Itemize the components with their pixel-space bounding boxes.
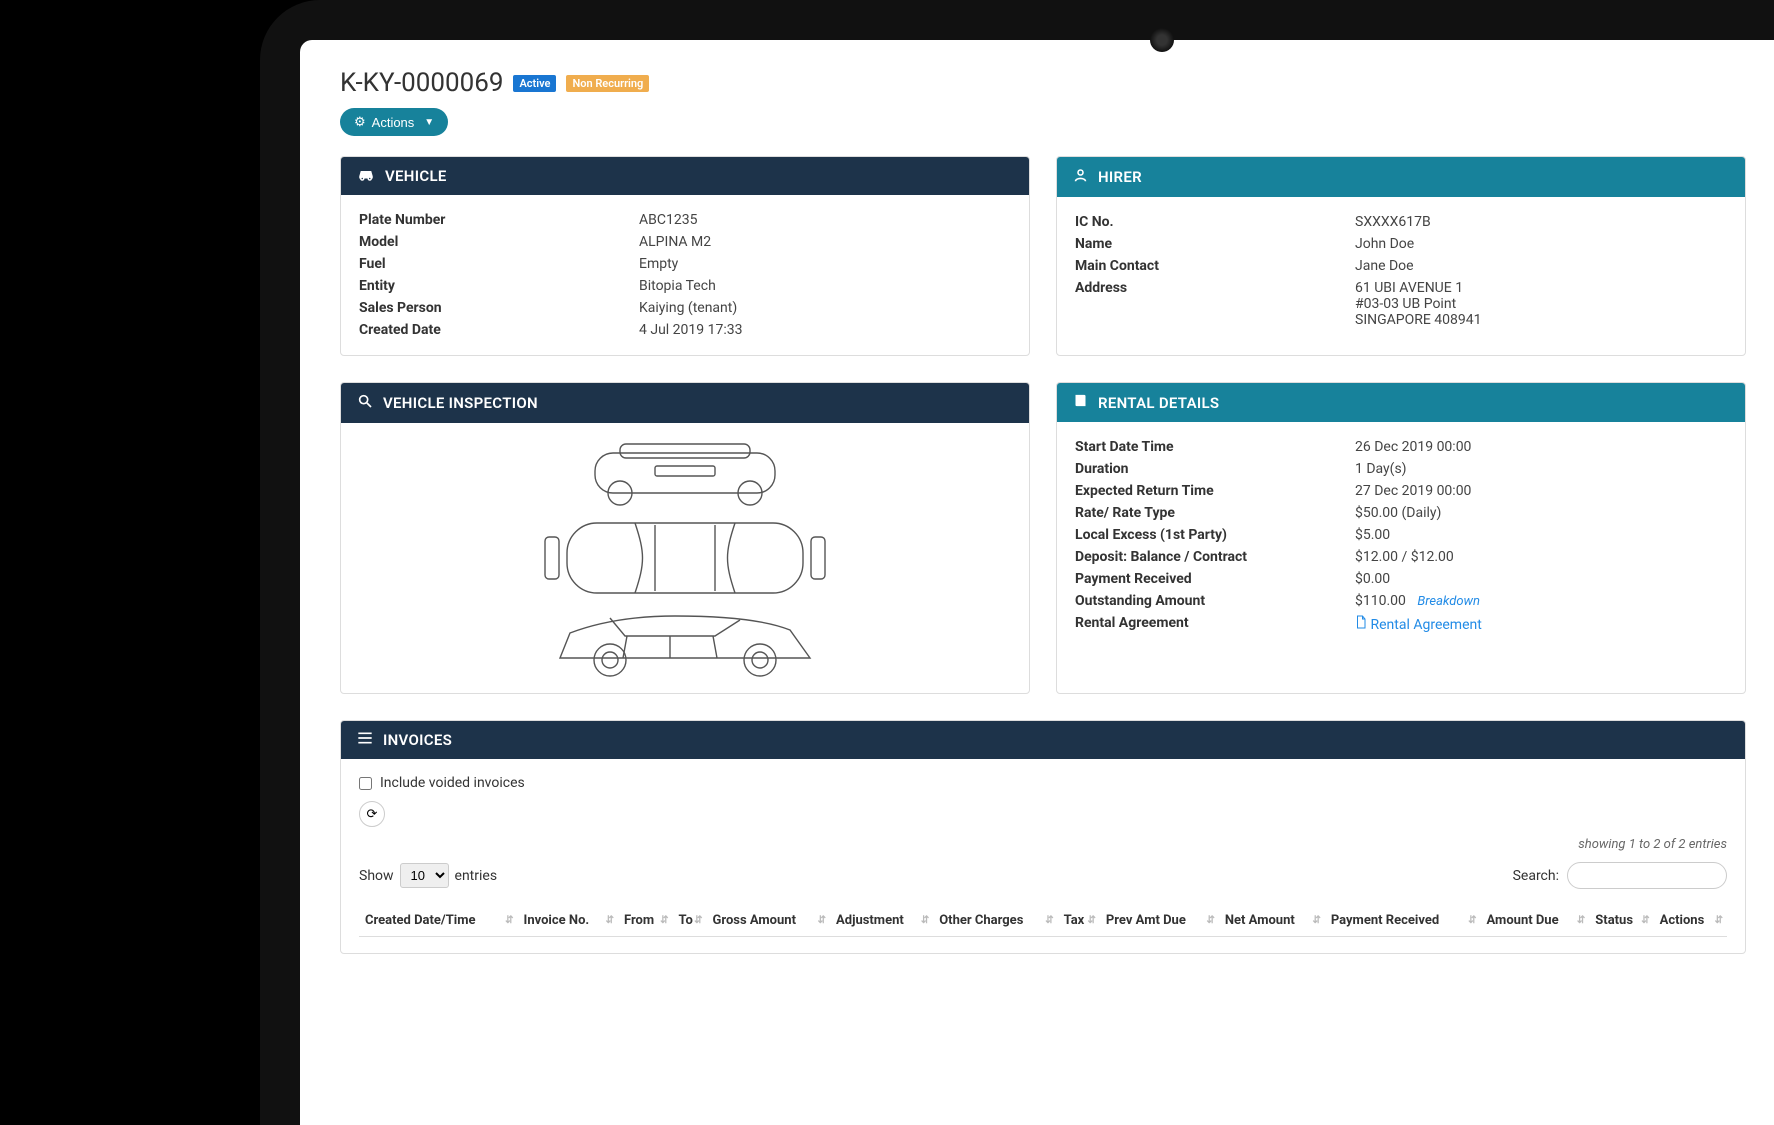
sort-icon: ⇵ (1088, 917, 1096, 925)
hirer-address-value: 61 UBI AVENUE 1 #03-03 UB Point SINGAPOR… (1355, 280, 1482, 328)
rental-panel-body: Start Date Time26 Dec 2019 00:00 Duratio… (1057, 422, 1745, 650)
sort-icon: ⇵ (818, 917, 826, 925)
invoices-panel-header: INVOICES (341, 721, 1745, 759)
col-amount-due[interactable]: Amount Due⇵ (1481, 905, 1590, 937)
rental-agreement-row: Rental Agreement Rental Agreement (1075, 612, 1727, 636)
col-net-amount[interactable]: Net Amount⇵ (1219, 905, 1325, 937)
vehicle-panel-body: Plate NumberABC1235 ModelALPINA M2 FuelE… (341, 195, 1029, 355)
device-frame: K-KY-0000069 Active Non Recurring ⚙ Acti… (260, 0, 1774, 1125)
rental-agreement-link[interactable]: Rental Agreement (1355, 617, 1482, 633)
rental-row: Expected Return Time27 Dec 2019 00:00 (1075, 480, 1727, 502)
page-size-select[interactable]: 10 (400, 863, 449, 888)
col-other-charges[interactable]: Other Charges⇵ (933, 905, 1057, 937)
col-from[interactable]: From⇵ (618, 905, 673, 937)
search-input[interactable] (1567, 862, 1727, 889)
sort-icon: ⇵ (1715, 917, 1723, 925)
sort-icon: ⇵ (660, 917, 668, 925)
inspection-panel-header: VEHICLE INSPECTION (341, 383, 1029, 423)
col-actions[interactable]: Actions⇵ (1654, 905, 1727, 937)
show-entries-control: Show 10 entries (359, 863, 497, 888)
sort-icon: ⇵ (1045, 917, 1053, 925)
sort-icon: ⇵ (505, 917, 513, 925)
rental-outstanding-row: Outstanding Amount $110.00 Breakdown (1075, 590, 1727, 612)
refresh-button[interactable]: ⟳ (359, 801, 385, 827)
col-adjustment[interactable]: Adjustment⇵ (830, 905, 933, 937)
col-invoice-no[interactable]: Invoice No.⇵ (518, 905, 618, 937)
rental-row: Payment Received$0.00 (1075, 568, 1727, 590)
document-icon (1355, 615, 1367, 633)
col-payment-received[interactable]: Payment Received⇵ (1325, 905, 1481, 937)
page-header: K-KY-0000069 Active Non Recurring (340, 68, 1774, 98)
inspection-panel: VEHICLE INSPECTION (340, 382, 1030, 694)
vehicle-row: ModelALPINA M2 (359, 231, 1011, 253)
car-inspection-diagram[interactable] (341, 423, 1029, 693)
hirer-row: Main ContactJane Doe (1075, 255, 1727, 277)
inspection-panel-title: VEHICLE INSPECTION (383, 394, 538, 412)
search-label: Search: (1513, 868, 1559, 884)
col-status[interactable]: Status⇵ (1589, 905, 1653, 937)
vehicle-row: Sales PersonKaiying (tenant) (359, 297, 1011, 319)
hirer-address-row: Address 61 UBI AVENUE 1 #03-03 UB Point … (1075, 277, 1727, 331)
outstanding-amount-value: $110.00 (1355, 593, 1406, 609)
sort-icon: ⇵ (606, 917, 614, 925)
invoices-panel-title: INVOICES (383, 731, 452, 749)
hirer-panel-header: HIRER (1057, 157, 1745, 197)
vehicle-row: Plate NumberABC1235 (359, 209, 1011, 231)
search-control: Search: (1513, 862, 1727, 889)
status-badge-nonrecurring: Non Recurring (566, 75, 649, 92)
sort-icon: ⇵ (1468, 917, 1476, 925)
hirer-row: NameJohn Doe (1075, 233, 1727, 255)
book-icon (1073, 393, 1088, 412)
rental-row: Deposit: Balance / Contract$12.00 / $12.… (1075, 546, 1727, 568)
sort-icon: ⇵ (1641, 917, 1649, 925)
hirer-row: IC No.SXXXX617B (1075, 211, 1727, 233)
col-to[interactable]: To⇵ (673, 905, 707, 937)
refresh-icon: ⟳ (367, 806, 378, 822)
showing-entries-text: showing 1 to 2 of 2 entries (359, 837, 1727, 852)
sort-icon: ⇵ (921, 917, 929, 925)
user-icon (1073, 167, 1088, 187)
rental-row: Duration1 Day(s) (1075, 458, 1727, 480)
rental-panel-header: RENTAL DETAILS (1057, 383, 1745, 422)
magnifier-icon (357, 393, 373, 413)
rental-row: Rate/ Rate Type$50.00 (Daily) (1075, 502, 1727, 524)
gear-icon: ⚙ (354, 114, 366, 130)
invoices-panel: INVOICES Include voided invoices ⟳ showi… (340, 720, 1746, 954)
vehicle-row: EntityBitopia Tech (359, 275, 1011, 297)
col-gross[interactable]: Gross Amount⇵ (707, 905, 830, 937)
rental-panel: RENTAL DETAILS Start Date Time26 Dec 201… (1056, 382, 1746, 694)
device-camera (1150, 28, 1174, 52)
hirer-panel-body: IC No.SXXXX617B NameJohn Doe Main Contac… (1057, 197, 1745, 345)
sort-icon: ⇵ (1312, 917, 1320, 925)
vehicle-panel-title: VEHICLE (385, 167, 447, 185)
actions-label: Actions (372, 115, 415, 130)
col-tax[interactable]: Tax⇵ (1058, 905, 1100, 937)
caret-down-icon: ▼ (424, 117, 434, 128)
invoices-panel-body: Include voided invoices ⟳ showing 1 to 2… (341, 759, 1745, 953)
page-title: K-KY-0000069 (340, 68, 503, 98)
rental-panel-title: RENTAL DETAILS (1098, 394, 1219, 412)
actions-dropdown-button[interactable]: ⚙ Actions ▼ (340, 108, 448, 136)
sort-icon: ⇵ (1206, 917, 1214, 925)
vehicle-row: FuelEmpty (359, 253, 1011, 275)
invoices-table: Created Date/Time⇵ Invoice No.⇵ From⇵ To… (359, 905, 1727, 937)
rental-row: Start Date Time26 Dec 2019 00:00 (1075, 436, 1727, 458)
include-voided-checkbox[interactable] (359, 777, 372, 790)
sort-icon: ⇵ (694, 917, 702, 925)
breakdown-link[interactable]: Breakdown (1417, 594, 1480, 609)
col-created[interactable]: Created Date/Time⇵ (359, 905, 518, 937)
col-prev-amt-due[interactable]: Prev Amt Due⇵ (1100, 905, 1219, 937)
hirer-panel-title: HIRER (1098, 168, 1142, 186)
vehicle-panel: VEHICLE Plate NumberABC1235 ModelALPINA … (340, 156, 1030, 356)
list-icon (357, 731, 373, 749)
vehicle-panel-header: VEHICLE (341, 157, 1029, 195)
vehicle-row: Created Date4 Jul 2019 17:33 (359, 319, 1011, 341)
sort-icon: ⇵ (1577, 917, 1585, 925)
rental-row: Local Excess (1st Party)$5.00 (1075, 524, 1727, 546)
status-badge-active: Active (513, 75, 556, 92)
car-icon (357, 167, 375, 185)
app-screen: K-KY-0000069 Active Non Recurring ⚙ Acti… (300, 40, 1774, 1125)
include-voided-label: Include voided invoices (380, 775, 525, 791)
hirer-panel: HIRER IC No.SXXXX617B NameJohn Doe Main … (1056, 156, 1746, 356)
